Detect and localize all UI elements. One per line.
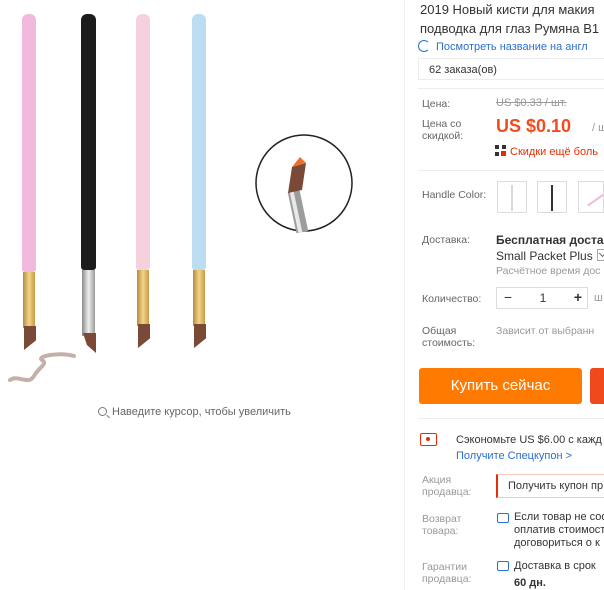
quantity-unit: ш	[594, 292, 603, 304]
orders-count: 62 заказа(ов)	[418, 58, 604, 80]
handle-color-label: Handle Color:	[422, 189, 487, 201]
return-policy-icon	[497, 513, 509, 523]
brush-image-light-blue	[190, 14, 212, 374]
product-info-panel: 2019 Новый кисти для макия подводка для …	[404, 0, 604, 590]
handle-color-option-2[interactable]	[537, 181, 567, 213]
current-price: US $0.10	[496, 116, 572, 136]
original-price: US $0.33 / шт.	[496, 97, 567, 109]
total-cost-value: Зависит от выбранн	[496, 325, 595, 337]
buy-now-button[interactable]: Купить сейчас	[419, 368, 582, 404]
divider	[418, 170, 604, 171]
get-coupon-link[interactable]: Получите Спецкупон >	[456, 450, 572, 462]
delivery-estimate: Расчётное время дос	[496, 265, 601, 277]
brush-image-light-pink	[134, 14, 156, 374]
quantity-decrease-button[interactable]: −	[497, 288, 519, 308]
magnifier-icon	[98, 407, 107, 416]
translate-icon	[418, 40, 430, 52]
qr-code-icon	[495, 145, 506, 156]
quantity-increase-button[interactable]: +	[567, 288, 589, 308]
total-cost-label: Общая стоимость:	[422, 325, 476, 349]
zoom-hint: Наведите курсор, чтобы увеличить	[98, 406, 291, 418]
price-unit: / шт	[592, 122, 604, 134]
seller-promo-label: Акция продавца:	[422, 474, 472, 498]
divider	[418, 88, 604, 89]
delivery-guarantee-icon	[497, 561, 509, 571]
chevron-down-icon	[596, 249, 604, 261]
brush-image-black	[78, 14, 102, 374]
product-title: 2019 Новый кисти для макия подводка для …	[420, 2, 600, 36]
shipping-label: Доставка:	[422, 234, 471, 246]
handle-color-option-1[interactable]	[497, 181, 527, 213]
delivery-guarantee-days: 60 дн.	[514, 577, 546, 589]
quantity-label: Количество:	[422, 293, 482, 305]
coupon-savings-text: Сэкономьте US $6.00 с кажд	[456, 434, 602, 446]
product-image-gallery[interactable]: Наведите курсор, чтобы увеличить	[0, 0, 400, 440]
shipping-method-select[interactable]: Small Packet Plus	[496, 249, 604, 263]
return-policy-text: Если товар не соо оплатив стоимост догов…	[514, 511, 604, 549]
translate-title-link[interactable]: Посмотреть название на англ	[418, 40, 588, 53]
quantity-stepper: − 1 +	[496, 287, 588, 309]
brush-image-pink	[20, 14, 42, 374]
price-label: Цена:	[422, 98, 451, 110]
brush-tip-closeup-image	[255, 134, 353, 233]
quantity-input[interactable]: 1	[519, 288, 567, 308]
delivery-guarantee-text: Доставка в срок	[514, 560, 596, 572]
return-policy-label: Возврат товара:	[422, 513, 462, 537]
coupon-icon	[420, 433, 437, 446]
seller-guarantee-label: Гарантии продавца:	[422, 561, 472, 585]
eyeliner-swatch-graphic	[8, 352, 76, 383]
handle-color-option-3[interactable]	[578, 181, 604, 213]
free-shipping-title: Бесплатная доставк	[496, 233, 604, 247]
get-promo-coupon-button[interactable]: Получить купон пр	[496, 474, 604, 498]
discount-price-label: Цена со скидкой:	[422, 118, 464, 142]
more-discounts-link[interactable]: Скидки ещё боль	[495, 145, 598, 158]
add-to-cart-button[interactable]	[590, 368, 604, 404]
divider	[418, 418, 604, 419]
